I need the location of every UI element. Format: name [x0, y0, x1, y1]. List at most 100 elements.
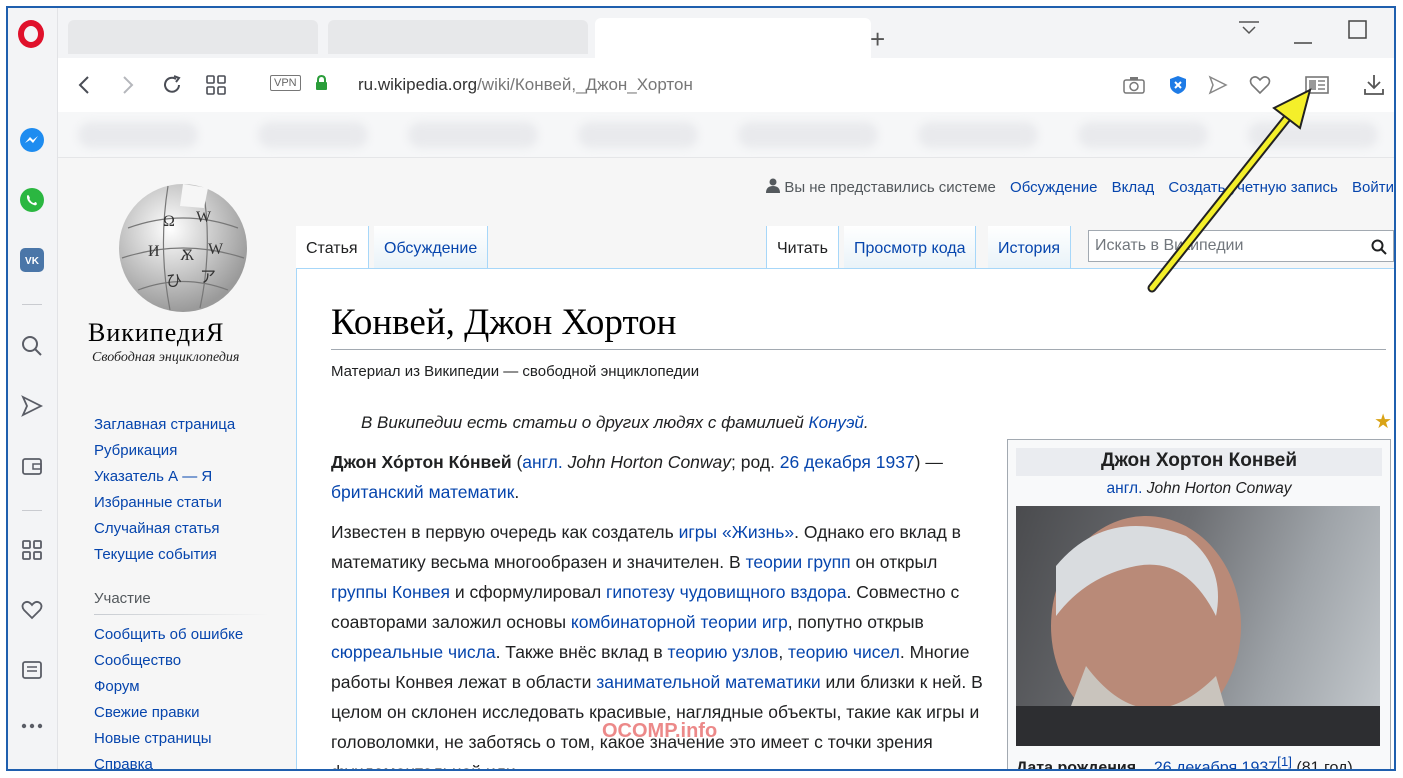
birth-ref[interactable]: [1]: [1277, 754, 1292, 769]
send-icon[interactable]: [16, 390, 48, 422]
reload-icon[interactable]: [160, 72, 184, 98]
send-to-flow-icon[interactable]: [1206, 72, 1230, 98]
create-account-link[interactable]: Создать учетную запись: [1168, 179, 1337, 196]
opera-logo-icon[interactable]: [18, 20, 44, 48]
link-combinatorial-game-theory[interactable]: комбинаторной теории игр: [571, 612, 788, 632]
bookmark-blurred[interactable]: [738, 122, 878, 148]
bookmark-blurred[interactable]: [258, 122, 368, 148]
nav-link-random[interactable]: Случайная статья: [94, 516, 235, 542]
maximize-icon[interactable]: [1348, 20, 1368, 46]
user-icon: [766, 178, 781, 193]
link-recreational-math[interactable]: занимательной математики: [596, 672, 820, 692]
tab-blurred[interactable]: [68, 20, 318, 54]
svg-text:W: W: [196, 209, 212, 226]
bookmark-blurred[interactable]: [578, 122, 698, 148]
search-input[interactable]: Искать в Википедии: [1088, 230, 1394, 262]
participation-heading: Участие: [94, 590, 151, 607]
opera-sidebar: VK: [8, 8, 58, 769]
address-field[interactable]: ru.wikipedia.org/wiki/Конвей,_Джон_Хорто…: [358, 75, 693, 95]
search-icon[interactable]: [16, 330, 48, 362]
tab-discussion[interactable]: Обсуждение: [374, 226, 489, 270]
portal-divider: [94, 614, 270, 615]
tabs-grid-icon[interactable]: [204, 72, 228, 98]
site-sub: Материал из Википедии — свободной энцикл…: [331, 363, 700, 380]
download-icon[interactable]: [1362, 72, 1386, 98]
search-placeholder: Искать в Википедии: [1095, 237, 1244, 254]
reader-mode-icon[interactable]: [1304, 72, 1330, 98]
more-icon[interactable]: [16, 710, 48, 742]
link-monstrous-moonshine[interactable]: гипотезу чудовищного вздора: [606, 582, 846, 602]
nav-link-forum[interactable]: Форум: [94, 674, 243, 700]
bookmark-blurred[interactable]: [78, 122, 198, 148]
nav-link-community[interactable]: Сообщество: [94, 648, 243, 674]
svg-text:ア: ア: [200, 269, 216, 286]
forward-icon[interactable]: [118, 72, 138, 98]
whatsapp-icon[interactable]: [16, 184, 48, 216]
portrait-photo[interactable]: [1016, 506, 1380, 746]
text: . Также внёс вклад в: [495, 642, 668, 662]
speed-dial-icon[interactable]: [16, 534, 48, 566]
infobox-english-link[interactable]: англ.: [1107, 480, 1143, 497]
link-group-theory[interactable]: теории групп: [746, 552, 851, 572]
tab-history[interactable]: История: [988, 226, 1072, 270]
bookmarks-heart-icon[interactable]: [16, 594, 48, 626]
link-birth-date[interactable]: 26 декабря 1937: [780, 452, 915, 472]
tab-active[interactable]: [595, 18, 871, 58]
nav-link-help[interactable]: Справка: [94, 752, 243, 769]
hatnote-link[interactable]: Конуэй: [809, 413, 864, 432]
nav-link-recent-changes[interactable]: Свежие правки: [94, 700, 243, 726]
tab-blurred[interactable]: [328, 20, 588, 54]
adblock-shield-icon[interactable]: [1166, 72, 1190, 98]
link-game-of-life[interactable]: игры «Жизнь»: [679, 522, 795, 542]
link-conway-groups[interactable]: группы Конвея: [331, 582, 450, 602]
participation-portal: Сообщить об ошибке Сообщество Форум Свеж…: [94, 622, 243, 769]
vk-icon[interactable]: VK: [16, 244, 48, 276]
lock-icon[interactable]: [315, 75, 328, 91]
tab-menu-icon[interactable]: [1238, 18, 1260, 44]
search-icon[interactable]: [1371, 239, 1387, 255]
vpn-badge[interactable]: VPN: [270, 75, 301, 91]
birth-date-link[interactable]: 26 декабря 1937: [1154, 759, 1277, 769]
wikipedia-logo-icon[interactable]: Ω WИ Ѫ Wひア: [108, 178, 258, 318]
link-surreal-numbers[interactable]: сюрреальные числа: [331, 642, 496, 662]
link-british[interactable]: британский: [331, 482, 424, 502]
personal-contrib-link[interactable]: Вклад: [1112, 179, 1155, 196]
new-tab-button[interactable]: +: [870, 24, 885, 55]
wikipedia-wordmark[interactable]: ВикипедиЯ: [88, 318, 224, 348]
wallet-icon[interactable]: [16, 450, 48, 482]
nav-link-main-page[interactable]: Заглавная страница: [94, 412, 235, 438]
login-link[interactable]: Войти: [1352, 179, 1394, 196]
back-icon[interactable]: [74, 72, 94, 98]
tab-view-source[interactable]: Просмотр кода: [844, 226, 977, 270]
star-icon: ★: [1374, 411, 1392, 433]
hatnote: В Википедии есть статьи о других людях с…: [361, 413, 869, 432]
link-english[interactable]: англ.: [522, 452, 562, 472]
bookmark-blurred[interactable]: [408, 122, 538, 148]
bookmark-blurred[interactable]: [1248, 122, 1378, 148]
camera-icon[interactable]: [1122, 72, 1146, 98]
birth-label: Дата рождения: [1016, 759, 1137, 771]
link-mathematician[interactable]: математик: [429, 482, 515, 502]
heart-icon[interactable]: [1248, 72, 1272, 98]
nav-link-index[interactable]: Указатель А — Я: [94, 464, 235, 490]
nav-link-new-pages[interactable]: Новые страницы: [94, 726, 243, 752]
bookmark-blurred[interactable]: [1078, 122, 1208, 148]
url-domain: ru.wikipedia.org: [358, 75, 478, 94]
nav-link-categories[interactable]: Рубрикация: [94, 438, 235, 464]
nav-link-report-error[interactable]: Сообщить об ошибке: [94, 622, 243, 648]
hatnote-text: В Википедии есть статьи о других людях с…: [361, 413, 809, 432]
link-knot-theory[interactable]: теорию узлов: [668, 642, 779, 662]
bookmark-blurred[interactable]: [918, 122, 1038, 148]
tab-read[interactable]: Читать: [766, 226, 839, 270]
nav-link-current-events[interactable]: Текущие события: [94, 542, 235, 568]
messenger-icon[interactable]: [16, 124, 48, 156]
minimize-icon[interactable]: [1294, 28, 1312, 51]
link-number-theory[interactable]: теорию чисел: [788, 642, 900, 662]
news-icon[interactable]: [16, 654, 48, 686]
title-rule: [331, 349, 1386, 350]
tab-article[interactable]: Статья: [296, 226, 369, 270]
infobox-subtitle: англ. John Horton Conway: [1008, 480, 1390, 498]
svg-text:VK: VK: [25, 256, 40, 267]
nav-link-featured[interactable]: Избранные статьи: [94, 490, 235, 516]
personal-talk-link[interactable]: Обсуждение: [1010, 179, 1097, 196]
